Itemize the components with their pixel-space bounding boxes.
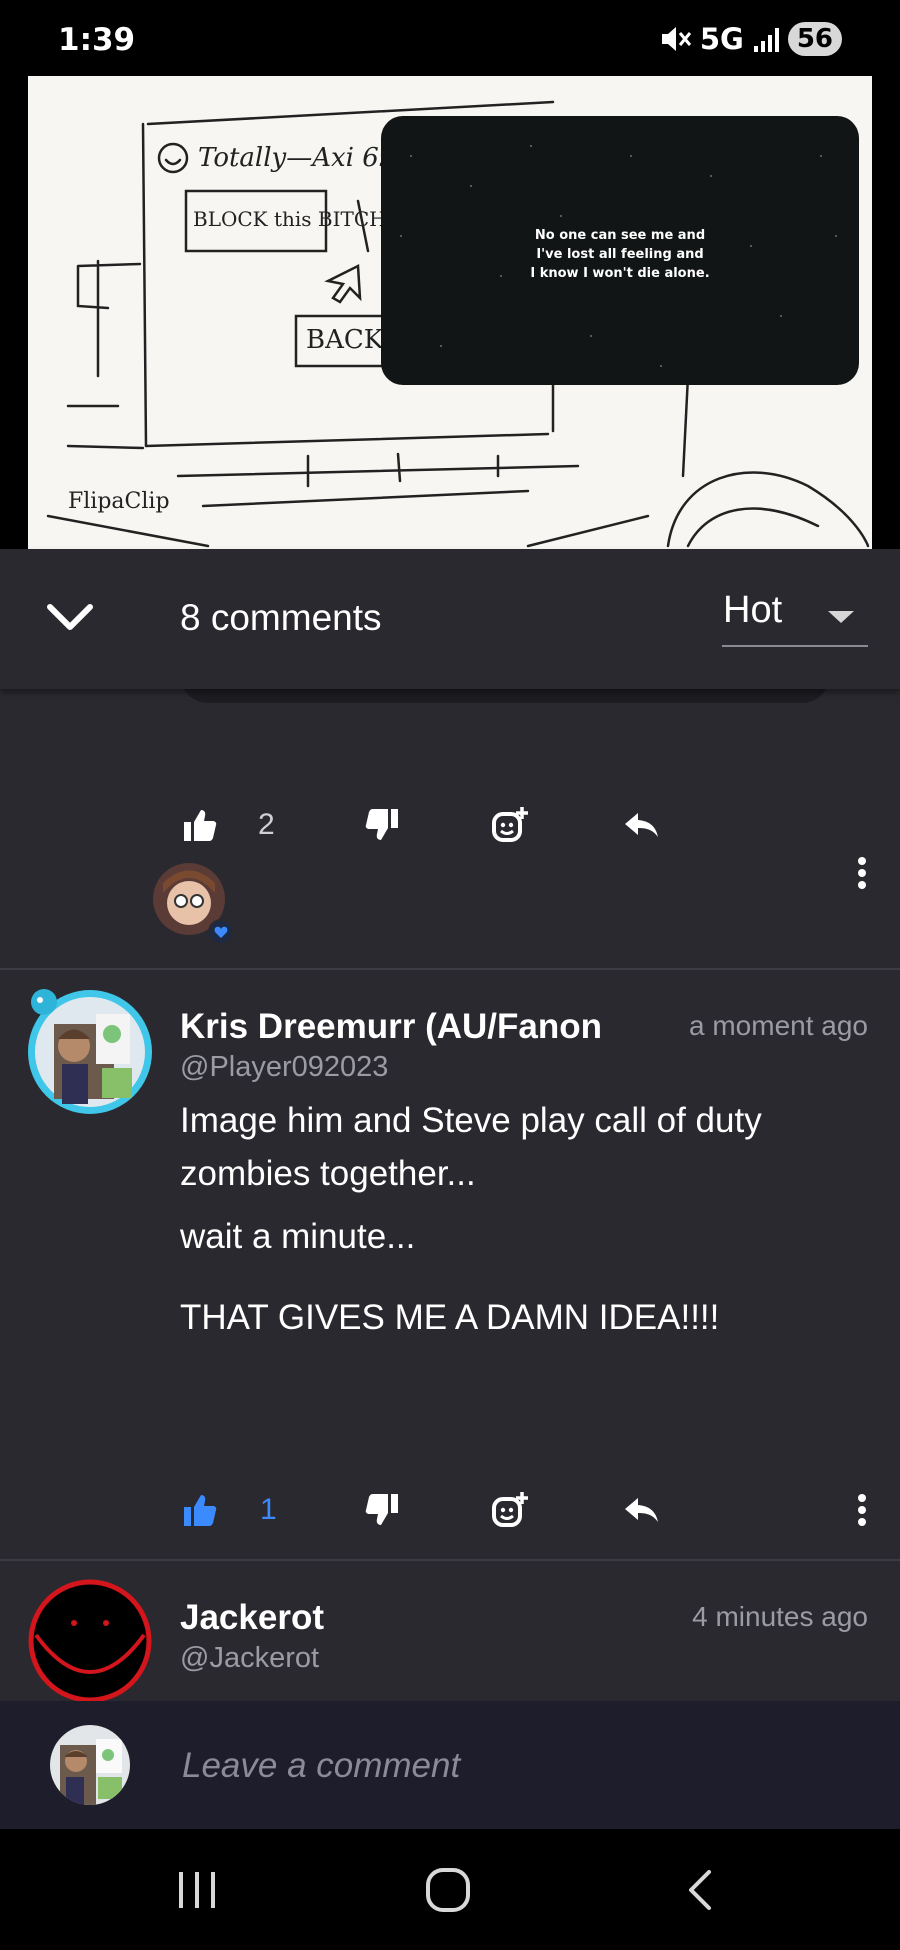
add-reaction-button[interactable] (490, 1480, 530, 1540)
author-handle[interactable]: @Jackerot (180, 1642, 319, 1675)
sort-value: Hot (723, 589, 783, 631)
like-button[interactable] (180, 1480, 220, 1540)
comment-count: 8 comments (180, 597, 382, 638)
previous-comment-bubble (180, 689, 830, 703)
add-reaction-button[interactable] (490, 795, 530, 855)
system-nav-bar (0, 1829, 900, 1950)
home-icon (426, 1867, 470, 1912)
comments-header: 8 comments Hot (0, 549, 900, 689)
back-icon (689, 1869, 711, 1910)
flipaclip-watermark: FlipaClip (68, 489, 170, 514)
status-bar: 1:39 5G 56 (0, 0, 900, 76)
reply-icon (625, 813, 658, 837)
divider (0, 1559, 900, 1561)
reply-button[interactable] (622, 795, 662, 855)
user-avatar (50, 1725, 130, 1805)
divider (0, 968, 900, 970)
like-count: 1 (260, 1493, 277, 1526)
dislike-button[interactable] (362, 795, 402, 855)
comment-input-bar (0, 1701, 900, 1829)
back-button[interactable] (640, 1829, 760, 1950)
status-icons: 5G 56 (658, 22, 842, 56)
comment-text: THAT GIVES ME A DAMN IDEA!!!! (180, 1298, 720, 1337)
comment-text: wait a minute... (180, 1217, 416, 1256)
video-player[interactable]: Totally—Axi 69 BLOCK this BITCH BACK! Fl… (28, 76, 872, 549)
network-type: 5G (699, 22, 744, 56)
heart-icon (208, 919, 234, 945)
chevron-down-icon[interactable] (44, 591, 96, 643)
battery-indicator: 56 (787, 22, 842, 56)
comment-actions: 1 (0, 1480, 900, 1540)
author-name[interactable]: Kris Dreemurr (AU/Fanon (180, 1007, 635, 1047)
recent-apps-button[interactable] (137, 1829, 257, 1950)
thumbs-down-icon (365, 809, 398, 840)
reply-button[interactable] (622, 1480, 662, 1540)
home-button[interactable] (388, 1829, 508, 1950)
signal-icon (753, 28, 779, 52)
dislike-button[interactable] (362, 1480, 402, 1540)
like-count: 2 (258, 808, 275, 841)
sketch-button-text: BLOCK this BITCH (193, 207, 387, 231)
more-options-icon[interactable] (842, 1480, 882, 1540)
reply-icon (625, 1498, 658, 1522)
recent-apps-icon (179, 1871, 215, 1908)
comment-text: Image him and Steve play call of duty zo… (180, 1101, 762, 1193)
like-button[interactable] (180, 795, 220, 855)
status-time: 1:39 (58, 22, 136, 58)
avatar[interactable] (24, 984, 156, 1116)
author-handle[interactable]: @Player092023 (180, 1051, 388, 1084)
comment-timestamp: a moment ago (689, 1010, 868, 1041)
more-options-icon[interactable] (842, 843, 882, 903)
emoji-add-icon (492, 1492, 528, 1527)
lyrics-overlay-card: No one can see me and I've lost all feel… (381, 116, 859, 385)
previous-comment-actions: 2 (0, 795, 900, 855)
author-name[interactable]: Jackerot (180, 1598, 324, 1638)
comment-list[interactable]: 2 Kris Dreemurr (AU/Fanon @Player092023 … (0, 689, 900, 1701)
lyrics-text: No one can see me and I've lost all feel… (530, 228, 710, 281)
comment-timestamp: 4 minutes ago (692, 1601, 868, 1632)
caret-down-icon (828, 611, 854, 623)
thumbs-up-icon (184, 1495, 217, 1526)
mute-icon (661, 27, 691, 51)
avatar[interactable] (28, 1579, 152, 1701)
comment-input[interactable] (180, 1737, 844, 1795)
sort-dropdown[interactable]: Hot (722, 589, 868, 647)
thumbs-up-icon (184, 810, 217, 841)
sketch-title-text: Totally—Axi 69 (198, 143, 395, 173)
emoji-add-icon (492, 807, 528, 842)
thumbs-down-icon (365, 1494, 398, 1525)
